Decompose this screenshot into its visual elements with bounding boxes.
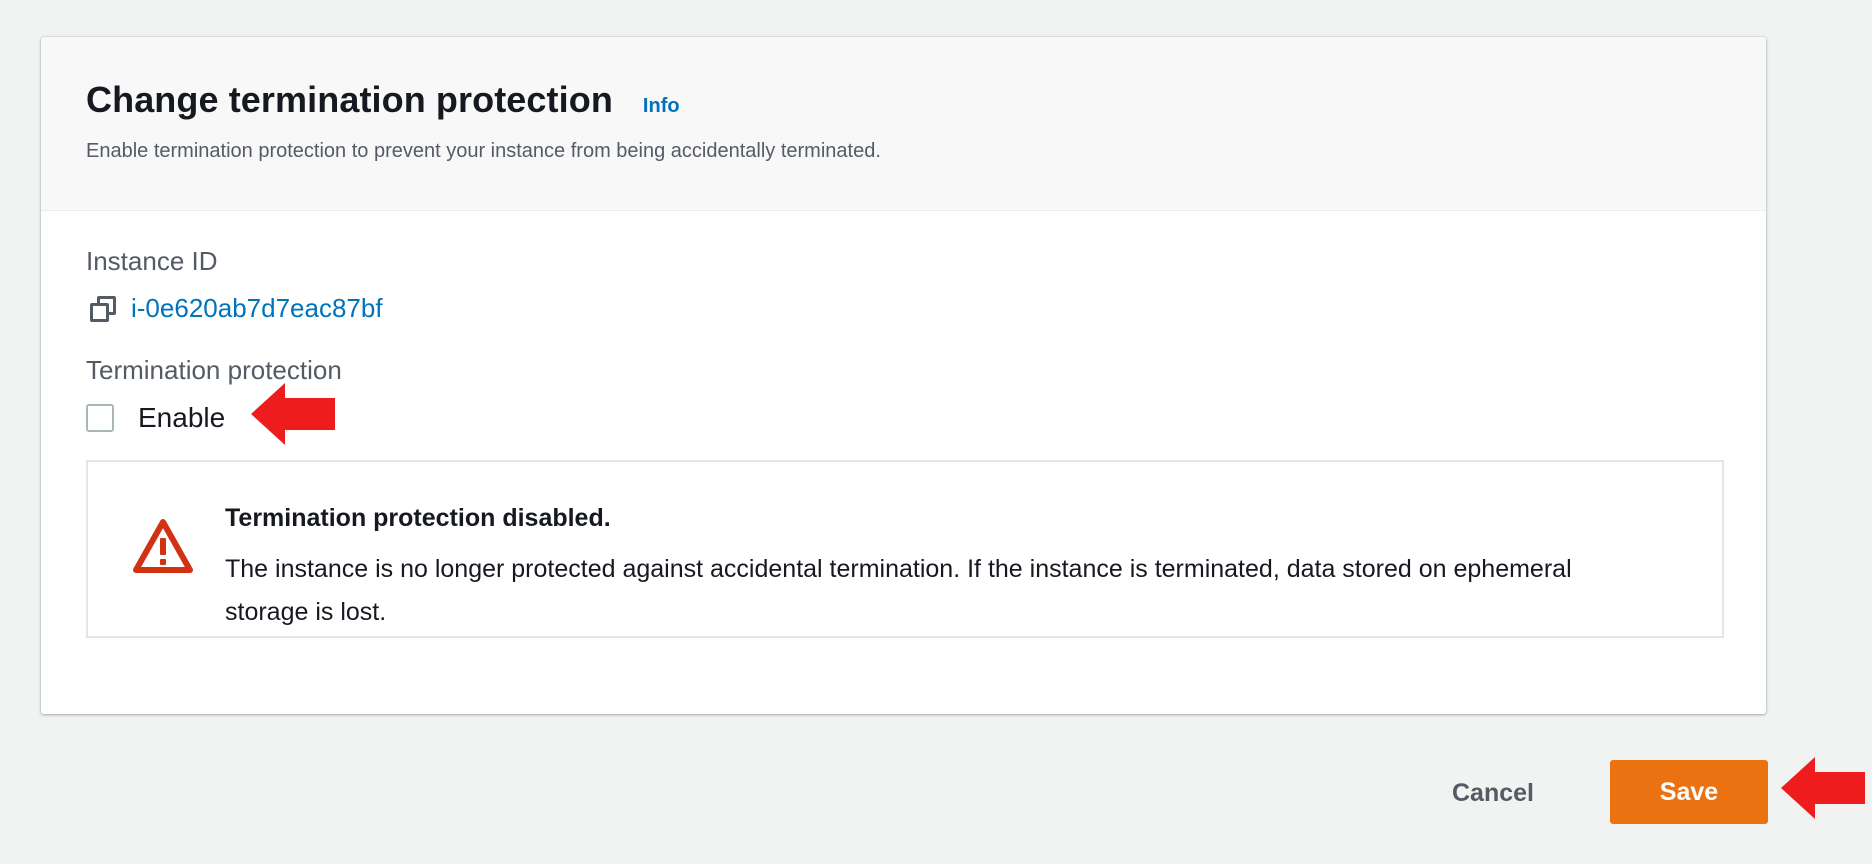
warning-alert: Termination protection disabled. The ins… bbox=[86, 460, 1724, 638]
panel-title-row: Change termination protection Info bbox=[86, 79, 680, 121]
red-arrow-left-icon bbox=[251, 383, 335, 445]
instance-id-label: Instance ID bbox=[86, 246, 218, 276]
copy-icon[interactable] bbox=[88, 294, 118, 324]
red-arrow-left-icon bbox=[1781, 757, 1865, 819]
alert-title: Termination protection disabled. bbox=[225, 504, 611, 532]
save-button[interactable]: Save bbox=[1610, 760, 1768, 824]
panel-title: Change termination protection bbox=[86, 79, 613, 120]
panel-description: Enable termination protection to prevent… bbox=[86, 140, 881, 162]
enable-checkbox[interactable] bbox=[86, 404, 114, 432]
termination-protection-label: Termination protection bbox=[86, 355, 342, 385]
cancel-button[interactable]: Cancel bbox=[1438, 771, 1548, 815]
enable-checkbox-label[interactable]: Enable bbox=[138, 402, 225, 434]
enable-checkbox-row[interactable]: Enable bbox=[86, 402, 225, 434]
info-link[interactable]: Info bbox=[643, 95, 680, 118]
alert-body: The instance is no longer protected agai… bbox=[225, 555, 1572, 626]
copy-icon-front-square bbox=[90, 302, 109, 322]
instance-id-row: i-0e620ab7d7eac87bf bbox=[88, 293, 383, 324]
panel-header: Change termination protection Info Enabl… bbox=[41, 37, 1766, 211]
instance-id-link[interactable]: i-0e620ab7d7eac87bf bbox=[131, 293, 383, 324]
termination-protection-panel: Change termination protection Info Enabl… bbox=[41, 37, 1766, 714]
warning-triangle-icon bbox=[133, 519, 193, 573]
